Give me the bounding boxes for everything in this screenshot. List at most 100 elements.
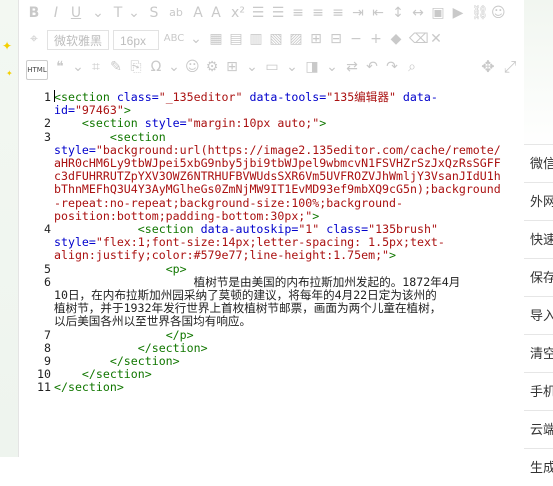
sidebar-background (524, 0, 553, 150)
chevron-down-icon[interactable]: ⌄ (167, 58, 181, 76)
list-icon[interactable]: ☰ (271, 4, 285, 22)
color-icon[interactable]: ◨ (305, 58, 319, 76)
emoji-icon[interactable]: ☺ (491, 4, 506, 22)
strikethrough-icon[interactable]: S (147, 4, 161, 22)
code-icon[interactable]: ⌗ (89, 58, 103, 76)
insert-col-icon[interactable]: ⊞ (309, 30, 323, 48)
sidebar-item[interactable]: 清空 (524, 334, 553, 372)
bold-icon[interactable]: B (27, 4, 41, 22)
quote-icon[interactable]: ❝ (53, 58, 67, 76)
plus-icon[interactable]: + (369, 30, 383, 48)
special-char-icon[interactable]: Ω (149, 58, 163, 76)
code-line[interactable]: </section> (54, 381, 124, 394)
chevron-down-icon[interactable]: ⌄ (325, 58, 339, 76)
align-left-icon[interactable]: ≡ (291, 4, 305, 22)
italic-icon[interactable]: I (49, 4, 63, 22)
code-token: -repeat:no-repeat;background-size:100%;b… (54, 195, 404, 210)
align-center-icon[interactable]: ≡ (311, 4, 325, 22)
chevron-down-icon[interactable]: ⌄ (245, 58, 259, 76)
delete-table-icon[interactable]: ⊟ (329, 30, 343, 48)
line-height-icon[interactable]: ↕ (391, 4, 405, 22)
toolbar-row-2: ⌖ 微软雅黑 16px ABC ⌄ ▦ ▤ ▥ ▧ ▨ ⊞ ⊟ − + ◆ ⌫ … (19, 30, 525, 56)
indent-icon[interactable]: ⇥ (351, 4, 365, 22)
code-token: align:justify;color:#579e77;line-height:… (54, 248, 390, 263)
outdent-icon[interactable]: ⇤ (371, 4, 385, 22)
sidebar-item[interactable]: 外网 (524, 182, 553, 220)
align-right-icon[interactable]: ≡ (331, 4, 345, 22)
font-family-select[interactable]: 微软雅黑 (47, 30, 109, 50)
code-area[interactable]: 1 2 3 4 5 6 7 8 9 10 11 <section class="_135editor… (19, 86, 525, 457)
link-icon[interactable]: ⛓ (471, 4, 489, 22)
search-icon[interactable]: ⌕ (405, 58, 419, 76)
line-number: 4 (44, 222, 51, 236)
paint-bucket-icon[interactable]: ◆ (389, 30, 403, 48)
chevron-down-icon[interactable]: ⌄ (285, 58, 299, 76)
editor-toolbar: B I U ⌄ T ⌄ S ab A A x² ☰ ☰ ≡ ≡ ≡ ⇥ ⇤ ↕ … (19, 0, 525, 82)
table-col-icon[interactable]: ▥ (249, 30, 263, 48)
sidebar-item[interactable]: 快速 (524, 220, 553, 258)
code-token: <section (81, 116, 138, 131)
sidebar-item[interactable]: 生成 (524, 448, 553, 486)
code-token: 10日，在内布拉斯加州园采纳了莫顿的建议，将每年的4月22日定为该州的 (54, 288, 437, 302)
superscript-icon[interactable]: x² (231, 4, 245, 22)
text-cursor (54, 90, 55, 102)
case-convert-icon[interactable]: ABC (163, 30, 185, 48)
minus-icon[interactable]: − (349, 30, 363, 48)
sidebar-item[interactable]: 微信 (524, 144, 553, 182)
chevron-down-icon[interactable]: ⌄ (127, 4, 141, 22)
code-token: <p> (165, 261, 187, 276)
sidebar-item[interactable]: 导入 (524, 296, 553, 334)
image-icon[interactable]: ▣ (431, 4, 445, 22)
divider-icon[interactable]: ▭ (265, 58, 279, 76)
table-row-icon[interactable]: ▤ (229, 30, 243, 48)
table-icon[interactable]: ▦ (209, 30, 223, 48)
text-direction-icon[interactable]: ⇄ (345, 58, 359, 76)
clear-format-icon[interactable]: ✕ (429, 30, 443, 48)
code-token: c3dFUHRRUTZpYXV3OWZ6NTRHUFBVWUdsSXR6Vm5U… (54, 169, 501, 184)
text-style-icon[interactable]: T (111, 4, 125, 22)
line-number: 1 (44, 90, 51, 104)
chevron-down-icon[interactable]: ⌄ (91, 4, 105, 22)
redo-icon[interactable]: ↷ (385, 58, 399, 76)
code-token: "135brush" (368, 222, 438, 236)
code-token: bThnMEFhQ3U4Y3AyMGlheGs0ZmNjMW9IT1EvMD93… (54, 182, 501, 197)
letter-spacing-icon[interactable]: ↔ (411, 4, 425, 22)
format-painter-icon[interactable]: ⌖ (27, 30, 41, 48)
grid-icon[interactable]: ⊞ (225, 58, 239, 76)
sidebar-item[interactable]: 保存 (524, 258, 553, 296)
gear-icon[interactable]: ⚙ (205, 58, 219, 76)
code-token: </section> (81, 367, 152, 382)
chevron-down-icon[interactable]: ⌄ (71, 58, 85, 76)
list-icon[interactable]: ☰ (251, 4, 265, 22)
merge-cells-icon[interactable]: ▧ (269, 30, 283, 48)
code-token: "flex:1;font-size:14px;letter-spacing: 1… (95, 235, 445, 250)
code-token: data-tools= (242, 90, 327, 104)
video-icon[interactable]: ▶ (451, 4, 465, 22)
sparkle-icon: ✦ (2, 39, 13, 53)
sidebar-item[interactable]: 云端 (524, 410, 553, 448)
code-token: class= (109, 90, 159, 104)
eraser-icon[interactable]: ⌫ (409, 30, 429, 48)
emoji-icon[interactable]: ☺ (185, 58, 200, 76)
code-token: aHR0cHM6Ly9tbWJpei5xbG9nby5jbi9tbWJpel9w… (54, 156, 501, 170)
split-cells-icon[interactable]: ▨ (289, 30, 303, 48)
undo-icon[interactable]: ↶ (365, 58, 379, 76)
code-token: data-autoskip= (193, 222, 299, 236)
move-icon[interactable]: ✥ (479, 58, 497, 76)
line-number: 2 (44, 116, 51, 131)
text-case-icon[interactable]: ab (167, 4, 185, 22)
code-token: > (312, 208, 320, 223)
insert-icon[interactable]: ⎘ (129, 58, 143, 76)
comment-icon[interactable]: ✎ (109, 58, 123, 76)
code-token: <section (109, 129, 166, 144)
font-size-select[interactable]: 16px (113, 30, 159, 50)
sidebar-item[interactable]: 手机 (524, 372, 553, 410)
chevron-down-icon[interactable]: ⌄ (189, 30, 203, 48)
underline-icon[interactable]: U (69, 4, 83, 22)
code-token: style= (54, 235, 96, 250)
highlight-icon[interactable]: A (209, 4, 223, 22)
font-color-icon[interactable]: A (191, 4, 205, 22)
code-token: </section> (54, 380, 124, 395)
fullscreen-icon[interactable]: ⤢ (503, 58, 517, 76)
